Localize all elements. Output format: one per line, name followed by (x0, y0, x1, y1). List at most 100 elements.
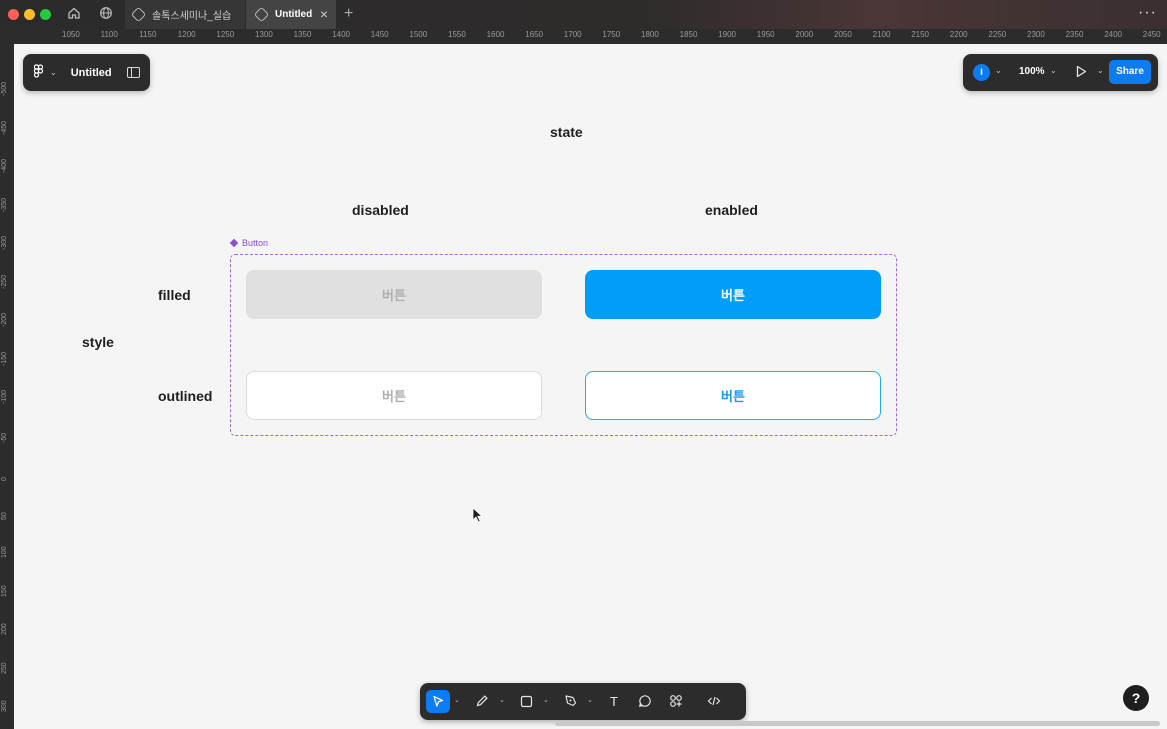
component-set-label[interactable]: Button (229, 238, 269, 248)
draw-tool-button[interactable] (470, 690, 494, 713)
file-title[interactable]: Untitled (71, 67, 112, 79)
ruler-tick: 1850 (679, 30, 698, 39)
ruler-tick: 200 (1, 623, 8, 635)
outlined-heading[interactable]: outlined (158, 388, 212, 404)
figma-logo-icon[interactable] (33, 64, 47, 81)
ruler-tick: 1500 (409, 30, 428, 39)
bottom-toolbar: ⌄ ⌄ ⌄ ⌄ T (420, 683, 746, 720)
chevron-down-icon[interactable]: ⌄ (499, 696, 505, 704)
ruler-tick: 1200 (177, 30, 196, 39)
ruler-tick: 1800 (641, 30, 659, 39)
ruler-tick: 1700 (563, 30, 582, 39)
ruler-tick: -100 (1, 389, 8, 404)
style-heading[interactable]: style (82, 334, 114, 350)
chevron-down-icon[interactable]: ⌄ (50, 68, 57, 77)
chevron-down-icon[interactable]: ⌄ (1097, 66, 1104, 75)
close-tab-icon[interactable]: × (320, 6, 328, 22)
browser-tab-bar: 솔톡스세미나_실습 Untitled × + ··· (0, 0, 1167, 29)
present-play-icon[interactable] (1076, 65, 1087, 78)
button-filled-enabled[interactable]: 버튼 (585, 270, 881, 319)
ruler-tick: 1050 (62, 30, 80, 39)
file-tab-icon (253, 6, 270, 23)
more-options-icon[interactable]: ··· (1138, 4, 1157, 22)
ruler-tick: 1650 (525, 30, 543, 39)
ruler-tick: 1450 (370, 30, 389, 39)
mouse-cursor-icon (472, 507, 483, 523)
ruler-tick: 50 (1, 511, 8, 520)
tab-label: Untitled (275, 9, 313, 20)
ruler-tick: 150 (1, 584, 8, 597)
ruler-tick: -250 (1, 274, 8, 289)
comment-tool-button[interactable] (633, 690, 657, 713)
user-avatar[interactable]: I (973, 64, 990, 81)
new-tab-button[interactable]: + (344, 5, 353, 23)
chevron-down-icon[interactable]: ⌄ (543, 696, 549, 704)
component-set-icon (229, 238, 239, 248)
ruler-tick: 1350 (293, 30, 312, 39)
chevron-down-icon[interactable]: ⌄ (995, 66, 1002, 75)
ruler-tick: -150 (1, 351, 8, 366)
share-button[interactable]: Share (1109, 60, 1151, 84)
ruler-tick: 1900 (718, 30, 736, 39)
move-tool-button[interactable] (426, 690, 450, 713)
ruler-tick: 0 (1, 477, 8, 481)
button-outlined-enabled[interactable]: 버튼 (585, 371, 881, 420)
text-icon: T (610, 694, 618, 709)
ruler-tick: 2000 (795, 30, 814, 39)
ruler-tick: 1150 (139, 30, 157, 39)
frame-icon (520, 695, 532, 708)
text-tool-button[interactable]: T (602, 690, 626, 713)
maximize-window-button[interactable] (40, 9, 51, 20)
ruler-tick: 1600 (486, 30, 505, 39)
ruler-tick: 1250 (216, 30, 235, 39)
top-right-panel: I ⌄ 100% ⌄ ⌄ Share (963, 54, 1158, 91)
filled-heading[interactable]: filled (158, 287, 191, 303)
pencil-icon (476, 695, 488, 707)
dev-mode-button[interactable] (702, 690, 726, 713)
ruler-tick: -500 (1, 81, 8, 96)
close-window-button[interactable] (8, 9, 19, 20)
ruler-tick: 1750 (602, 30, 621, 39)
pen-tool-button[interactable] (559, 690, 583, 713)
chevron-down-icon[interactable]: ⌄ (587, 696, 593, 704)
disabled-heading[interactable]: disabled (352, 202, 409, 218)
ruler-tick: -300 (1, 235, 8, 250)
shape-tool-button[interactable] (514, 690, 538, 713)
ruler-tick: 2150 (911, 30, 929, 39)
button-outlined-disabled[interactable]: 버튼 (246, 371, 542, 420)
ruler-tick: 1950 (756, 30, 775, 39)
ruler-tick: 2450 (1142, 30, 1161, 39)
toggle-sidebar-icon[interactable] (126, 67, 140, 78)
tab-untitled[interactable]: Untitled × (246, 0, 336, 29)
chevron-down-icon[interactable]: ⌄ (454, 696, 460, 704)
component-set-name: Button (242, 238, 269, 248)
button-filled-disabled[interactable]: 버튼 (246, 270, 542, 319)
ruler-tick: 2250 (988, 30, 1007, 39)
horizontal-scrollbar[interactable] (555, 721, 1160, 726)
state-heading[interactable]: state (550, 124, 583, 140)
ruler-tick: 2100 (872, 30, 891, 39)
ruler-tick: 2050 (834, 30, 852, 39)
ruler-tick: 300 (1, 700, 8, 712)
tab-seminar[interactable]: 솔톡스세미나_실습 (125, 0, 245, 29)
globe-icon[interactable] (98, 6, 114, 22)
enabled-heading[interactable]: enabled (705, 202, 758, 218)
chevron-down-icon[interactable]: ⌄ (1050, 66, 1057, 75)
help-button[interactable]: ? (1123, 685, 1149, 711)
pen-icon (565, 695, 577, 707)
components-tool-button[interactable] (664, 690, 688, 713)
code-icon (707, 696, 721, 706)
home-icon[interactable] (66, 6, 82, 22)
comment-icon (639, 695, 651, 707)
components-icon (670, 695, 682, 707)
ruler-tick: 1300 (255, 30, 273, 39)
ruler-tick: -50 (1, 432, 8, 443)
zoom-level[interactable]: 100% (1019, 66, 1045, 77)
ruler-tick: -200 (1, 312, 8, 327)
ruler-tick: 2200 (949, 30, 968, 39)
minimize-window-button[interactable] (24, 9, 35, 20)
ruler-tick: 2350 (1065, 30, 1084, 39)
ruler-tick: -400 (1, 158, 8, 173)
tab-label: 솔톡스세미나_실습 (152, 11, 232, 22)
top-ruler: 1050 1100 1150 1200 1250 1300 1350 1400 1450 1500… (0, 29, 1167, 44)
